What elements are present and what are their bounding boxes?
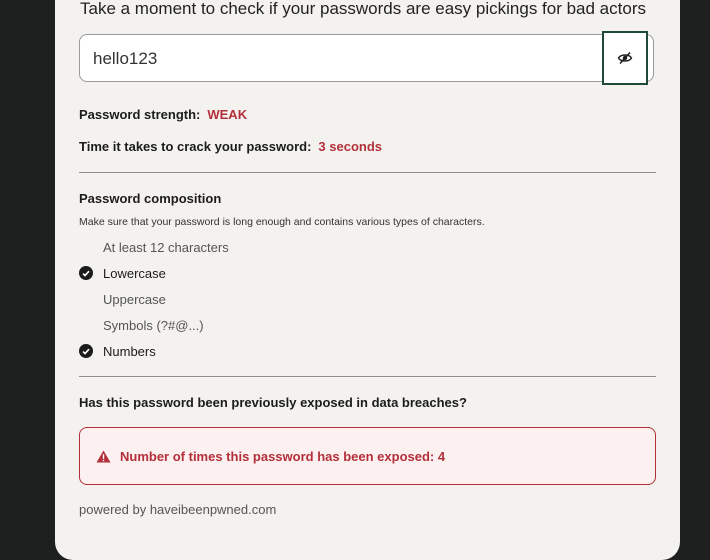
strength-value: WEAK	[207, 107, 248, 122]
password-input[interactable]: hello123	[79, 34, 654, 82]
divider	[79, 376, 656, 377]
password-value[interactable]: hello123	[93, 49, 157, 69]
crack-time-value: 3 seconds	[318, 139, 382, 154]
crack-time-row: Time it takes to crack your password: 3 s…	[79, 139, 382, 154]
password-checker-card: Take a moment to check if your passwords…	[55, 0, 680, 560]
page-title: Take a moment to check if your passwords…	[80, 0, 646, 18]
crack-time-label: Time it takes to crack your password:	[79, 139, 312, 154]
unchecked-icon	[79, 240, 93, 254]
unchecked-icon	[79, 318, 93, 332]
composition-item: Symbols (?#@...)	[79, 316, 204, 334]
unchecked-icon	[79, 292, 93, 306]
composition-item: Numbers	[79, 342, 156, 360]
composition-item-label: At least 12 characters	[103, 239, 229, 255]
toggle-visibility-button[interactable]	[602, 31, 648, 85]
breach-message: Number of times this password has been e…	[120, 449, 446, 464]
composition-item: Uppercase	[79, 290, 166, 308]
strength-row: Password strength: WEAK	[79, 107, 247, 122]
check-circle-icon	[79, 344, 93, 358]
breach-alert: Number of times this password has been e…	[79, 427, 656, 485]
composition-hint: Make sure that your password is long eno…	[79, 216, 485, 228]
strength-label: Password strength:	[79, 107, 201, 122]
powered-by: powered by haveibeenpwned.com	[79, 502, 277, 517]
warning-icon	[96, 450, 111, 463]
composition-title: Password composition	[79, 191, 222, 206]
composition-item: At least 12 characters	[79, 238, 229, 256]
composition-item: Lowercase	[79, 264, 166, 282]
check-circle-icon	[79, 266, 93, 280]
composition-item-label: Lowercase	[103, 265, 166, 281]
composition-item-label: Symbols (?#@...)	[103, 317, 204, 333]
composition-item-label: Uppercase	[103, 291, 166, 307]
composition-item-label: Numbers	[103, 343, 156, 359]
divider	[79, 172, 656, 173]
eye-slash-icon	[617, 51, 633, 65]
breach-title: Has this password been previously expose…	[79, 395, 467, 410]
